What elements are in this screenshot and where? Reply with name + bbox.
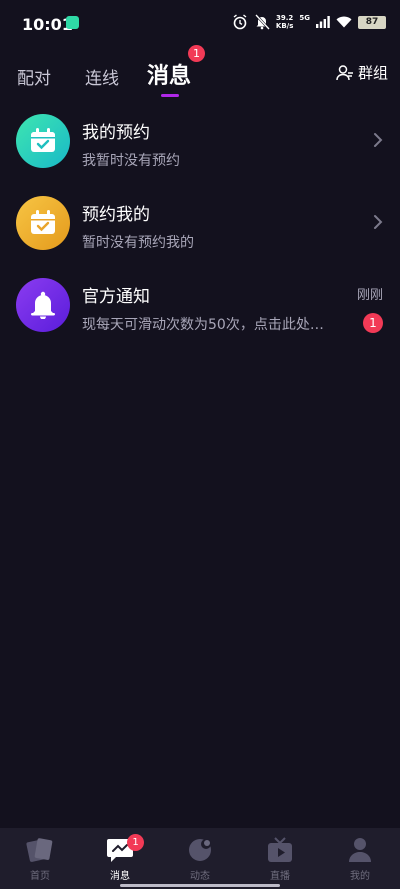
app-notification-icon xyxy=(66,16,79,29)
signal-icon xyxy=(316,16,330,28)
status-bar: 10:01 39.2 KB/s 5G 87 xyxy=(0,0,400,48)
list-item-reserved-me[interactable]: 预约我的 暂时没有预约我的 xyxy=(0,192,400,262)
status-icons: 39.2 KB/s 5G 87 xyxy=(232,14,386,30)
list-item-time: 刚刚 xyxy=(356,288,383,303)
reserved-me-avatar xyxy=(16,196,70,250)
unread-badge: 1 xyxy=(363,313,383,333)
tab-messages[interactable]: 消息 xyxy=(147,58,191,90)
list-item-title: 官方通知 xyxy=(82,287,150,307)
person-icon xyxy=(349,838,371,862)
group-label: 群组 xyxy=(357,64,388,82)
moon-icon xyxy=(189,839,211,861)
nav-label: 首页 xyxy=(30,871,50,882)
list-item-title: 我的预约 xyxy=(82,123,150,143)
cards-icon xyxy=(26,838,53,862)
tv-icon xyxy=(268,837,292,862)
battery-icon: 87 xyxy=(358,15,386,29)
list-item-subtitle: 暂时没有预约我的 xyxy=(82,235,194,251)
network-speed-unit: KB/s xyxy=(275,22,294,30)
tab-connect[interactable]: 连线 xyxy=(85,64,119,89)
list-item-my-reservations[interactable]: 我的预约 我暂时没有预约 xyxy=(0,110,400,180)
nav-label: 动态 xyxy=(190,871,210,882)
list-item-subtitle: 我暂时没有预约 xyxy=(82,153,180,169)
nav-item-live[interactable]: 直播 xyxy=(240,828,320,889)
network-speed: 39.2 KB/s xyxy=(276,14,293,30)
alarm-icon xyxy=(233,14,247,30)
nav-item-messages[interactable]: 1 消息 xyxy=(80,828,160,889)
nav-item-moments[interactable]: 动态 xyxy=(160,828,240,889)
messages-nav-badge: 1 xyxy=(127,834,144,851)
home-indicator xyxy=(120,884,280,887)
chevron-right-icon xyxy=(374,133,383,147)
list-item-subtitle: 现每天可滑动次数为50次，点击此处… xyxy=(82,317,324,333)
active-tab-indicator xyxy=(161,94,179,97)
group-button[interactable]: 群组 xyxy=(336,62,388,83)
nav-label: 我的 xyxy=(350,871,370,882)
network-speed-value: 39.2 xyxy=(275,14,294,22)
calendar-check-icon xyxy=(31,128,55,152)
calendar-check-icon xyxy=(31,210,55,234)
bottom-nav: 首页 1 消息 动态 直播 我的 xyxy=(0,828,400,889)
wifi-icon xyxy=(336,16,352,28)
list-item-title: 预约我的 xyxy=(82,205,150,225)
my-reservations-avatar xyxy=(16,114,70,168)
tab-pair[interactable]: 配对 xyxy=(17,64,51,89)
nav-label: 消息 xyxy=(110,871,130,882)
group-icon xyxy=(336,64,353,80)
chevron-right-icon xyxy=(374,215,383,229)
bell-icon xyxy=(31,291,55,319)
nav-item-me[interactable]: 我的 xyxy=(320,828,400,889)
nav-item-home[interactable]: 首页 xyxy=(0,828,80,889)
messages-tab-badge: 1 xyxy=(188,45,205,62)
list-item-official-notice[interactable]: 官方通知 现每天可滑动次数为50次，点击此处… 刚刚 1 xyxy=(0,274,400,344)
nav-label: 直播 xyxy=(270,871,290,882)
official-notice-avatar xyxy=(16,278,70,332)
mute-icon xyxy=(255,14,270,30)
network-type: 5G xyxy=(299,14,310,22)
